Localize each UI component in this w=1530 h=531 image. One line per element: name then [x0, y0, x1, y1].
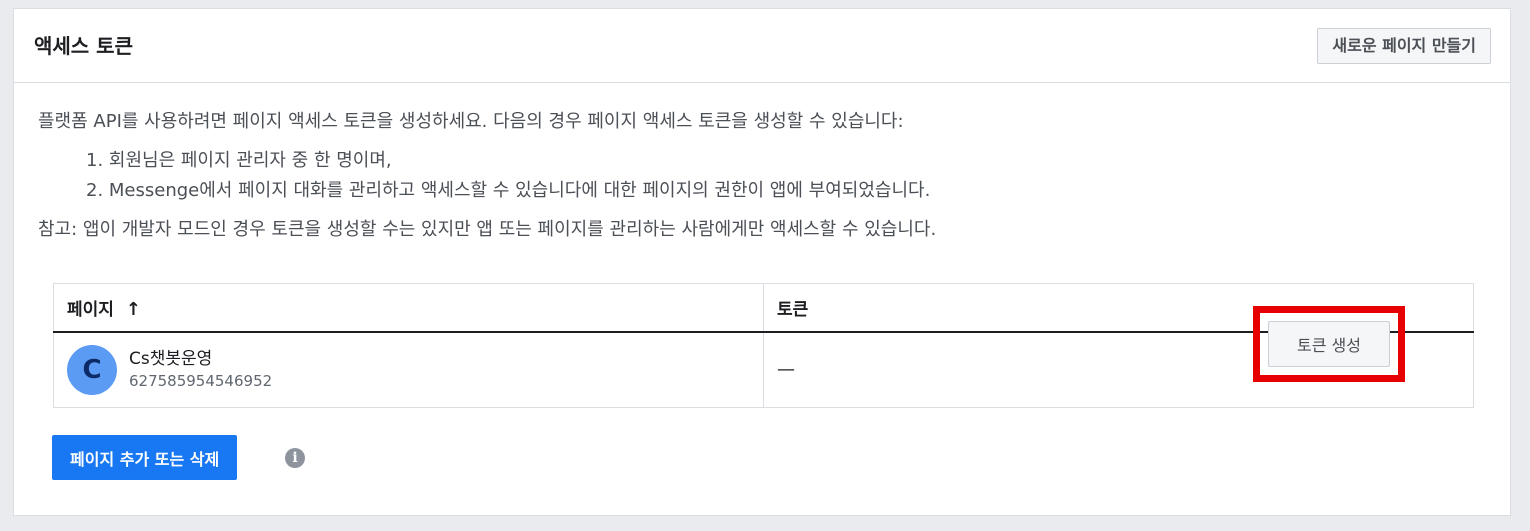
token-cell: — 토큰 생성 [764, 305, 1474, 408]
panel-title: 액세스 토큰 [34, 34, 133, 58]
column-header-page[interactable]: 페이지 ↑ [53, 283, 764, 333]
developer-mode-note: 참고: 앱이 개발자 모드인 경우 토큰을 생성할 수는 있지만 앱 또는 페이… [38, 219, 937, 240]
intro-text: 플랫폼 API를 사용하려면 페이지 액세스 토큰을 생성하세요. 다음의 경우… [38, 111, 904, 132]
table-row: C Cs챗봇운영 627585954546952 — 토큰 생성 [53, 305, 1474, 408]
pages-token-table: 페이지 ↑ 토큰 C Cs챗봇운영 627585954546952 — 토큰 생성 [53, 283, 1474, 408]
conditions-list: 1. 회원님은 페이지 관리자 중 한 명이며, 2. Messenge에서 페… [38, 146, 1492, 206]
instructions: 플랫폼 API를 사용하려면 페이지 액세스 토큰을 생성하세요. 다음의 경우… [38, 110, 1492, 242]
generate-token-button[interactable]: 토큰 생성 [1268, 320, 1390, 367]
panel-header: 액세스 토큰 새로운 페이지 만들기 [14, 9, 1510, 83]
add-or-remove-pages-button[interactable]: 페이지 추가 또는 삭제 [52, 435, 238, 480]
avatar: C [67, 344, 117, 395]
condition-item: 2. Messenge에서 페이지 대화를 관리하고 액세스할 수 있습니다에 … [86, 180, 931, 201]
page-name: Cs챗봇운영 [129, 348, 213, 369]
condition-item: 1. 회원님은 페이지 관리자 중 한 명이며, [86, 150, 392, 171]
create-new-page-button[interactable]: 새로운 페이지 만들기 [1317, 28, 1491, 64]
token-value: — [777, 359, 795, 381]
access-token-panel: 액세스 토큰 새로운 페이지 만들기 [13, 8, 1511, 516]
page-id: 627585954546952 [129, 371, 273, 390]
info-icon[interactable]: i [285, 448, 305, 468]
highlight-box: 토큰 생성 [1253, 305, 1405, 382]
column-header-page-label: 페이지 [67, 299, 114, 320]
page-cell: C Cs챗봇운영 627585954546952 [53, 331, 764, 408]
arrow-up-icon[interactable]: ↑ [126, 299, 141, 320]
